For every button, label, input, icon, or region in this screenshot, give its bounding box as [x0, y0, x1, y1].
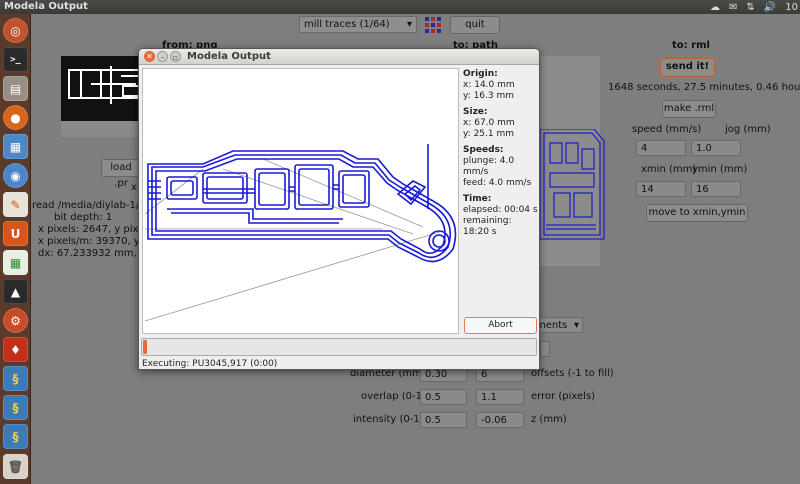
toolpath-drawing	[144, 144, 457, 322]
speeds-heading: Speeds:	[463, 145, 504, 155]
job-time: 1648 seconds, 27.5 minutes, 0.46 hours	[608, 82, 800, 93]
error-label: error (pixels)	[531, 391, 596, 402]
job-info-panel: Origin: x: 14.0 mm y: 16.3 mm Size: x: 6…	[463, 69, 539, 238]
move-to-xmin-ymin-button[interactable]: move to xmin,ymin	[646, 204, 748, 222]
intensity-label: intensity (0-1)	[353, 414, 424, 425]
z-input[interactable]: -0.06	[476, 412, 524, 428]
toolpath-canvas	[142, 68, 459, 334]
hidden-input[interactable]	[540, 341, 550, 357]
size-heading: Size:	[463, 107, 488, 117]
inkscape-icon[interactable]: ▲	[3, 279, 28, 304]
calc-icon[interactable]: ▦	[3, 250, 28, 275]
error-input[interactable]: 1.1	[476, 389, 524, 405]
make-rml-button[interactable]: make .rml	[662, 100, 716, 118]
writer-icon[interactable]: ✎	[3, 192, 28, 217]
mail-icon[interactable]: ✉	[729, 2, 737, 13]
ymin-label: ymin (mm)	[692, 164, 748, 175]
process-select[interactable]: mill traces (1/64) ▾	[299, 16, 417, 33]
load-png-button[interactable]: load .pr	[101, 159, 141, 189]
maximize-icon[interactable]: ▫	[170, 51, 181, 62]
z-label: z (mm)	[531, 414, 567, 425]
jog-input[interactable]: 1.0	[691, 140, 741, 156]
plunge-speed: plunge: 4.0 mm/s	[463, 156, 515, 177]
ymin-input[interactable]: 16	[691, 181, 741, 197]
xmin-label: xmin (mm)	[641, 164, 697, 175]
clock[interactable]: 10	[785, 2, 798, 13]
intensity-input[interactable]: 0.5	[420, 412, 467, 428]
modela-output-dialog: ✕ – ▫ Modela Output Origin: x: 14.0 mm y…	[138, 48, 540, 370]
trash-icon[interactable]: 🗑	[3, 454, 28, 479]
close-icon[interactable]: ✕	[144, 51, 155, 62]
settings-icon[interactable]: ⚙	[3, 308, 28, 333]
ubuntu-one-icon[interactable]: U	[3, 221, 28, 246]
execution-status: Executing: PU3045,917 (0:00)	[142, 359, 278, 369]
launcher: ◎ >_ ▤ ● ▦ ◉ ✎ U ▦ ▲ ⚙ ♦ § § § 🗑	[0, 14, 31, 484]
python-icon[interactable]: §	[3, 424, 28, 449]
dialog-title: Modela Output	[187, 51, 271, 62]
terminal-icon[interactable]: >_	[3, 47, 28, 72]
python-icon[interactable]: §	[3, 395, 28, 420]
dialog-titlebar[interactable]: ✕ – ▫ Modela Output	[139, 49, 539, 65]
chevron-down-icon: ▾	[406, 19, 412, 30]
size-x: x: 67.0 mm	[463, 118, 515, 128]
xmin-input[interactable]: 14	[636, 181, 686, 197]
offsets-label: offsets (-1 to fill)	[531, 368, 614, 379]
quit-button[interactable]: quit	[450, 16, 500, 34]
origin-x: x: 14.0 mm	[463, 80, 515, 90]
speed-input[interactable]: 4	[636, 140, 686, 156]
chevron-down-icon: ▾	[573, 320, 579, 331]
document-icon[interactable]: ▦	[3, 134, 28, 159]
chromium-icon[interactable]: ◉	[3, 163, 28, 188]
grid-icon[interactable]	[424, 16, 441, 33]
origin-heading: Origin:	[463, 69, 498, 79]
minimize-icon[interactable]: –	[157, 51, 168, 62]
volume-icon[interactable]: 🔊	[764, 2, 776, 13]
top-panel: Modela Output ☁ ✉ ⇅ 🔊 10	[0, 0, 800, 14]
files-icon[interactable]: ▤	[3, 76, 28, 101]
elapsed-time: elapsed: 00:04 s	[463, 205, 538, 215]
window-title: Modela Output	[4, 1, 88, 12]
jog-label: jog (mm)	[725, 124, 771, 135]
overlap-label: overlap (0-1)	[361, 391, 426, 402]
system-tray: ☁ ✉ ⇅ 🔊 10	[710, 0, 800, 14]
abort-button[interactable]: Abort	[464, 317, 537, 334]
overlap-input[interactable]: 0.5	[420, 389, 467, 405]
size-y: y: 25.1 mm	[463, 129, 514, 139]
feed-speed: feed: 4.0 mm/s	[463, 178, 532, 188]
progress-bar	[141, 338, 537, 356]
firefox-icon[interactable]: ●	[3, 105, 28, 130]
to-rml-header: to: rml	[672, 40, 710, 51]
progress-fill	[143, 340, 147, 354]
pen-icon[interactable]: ♦	[3, 337, 28, 362]
process-select-value: mill traces (1/64)	[304, 19, 390, 30]
speed-label: speed (mm/s)	[632, 124, 702, 135]
send-it-button[interactable]: send it!	[660, 58, 715, 77]
python-icon[interactable]: §	[3, 366, 28, 391]
time-heading: Time:	[463, 194, 492, 204]
network-icon[interactable]: ⇅	[746, 2, 754, 13]
path-preview	[539, 129, 605, 240]
remaining-time: remaining: 18:20 s	[463, 216, 512, 237]
ubuntu-home-icon[interactable]: ◎	[3, 18, 28, 43]
cloud-icon[interactable]: ☁	[710, 2, 720, 13]
origin-y: y: 16.3 mm	[463, 91, 514, 101]
